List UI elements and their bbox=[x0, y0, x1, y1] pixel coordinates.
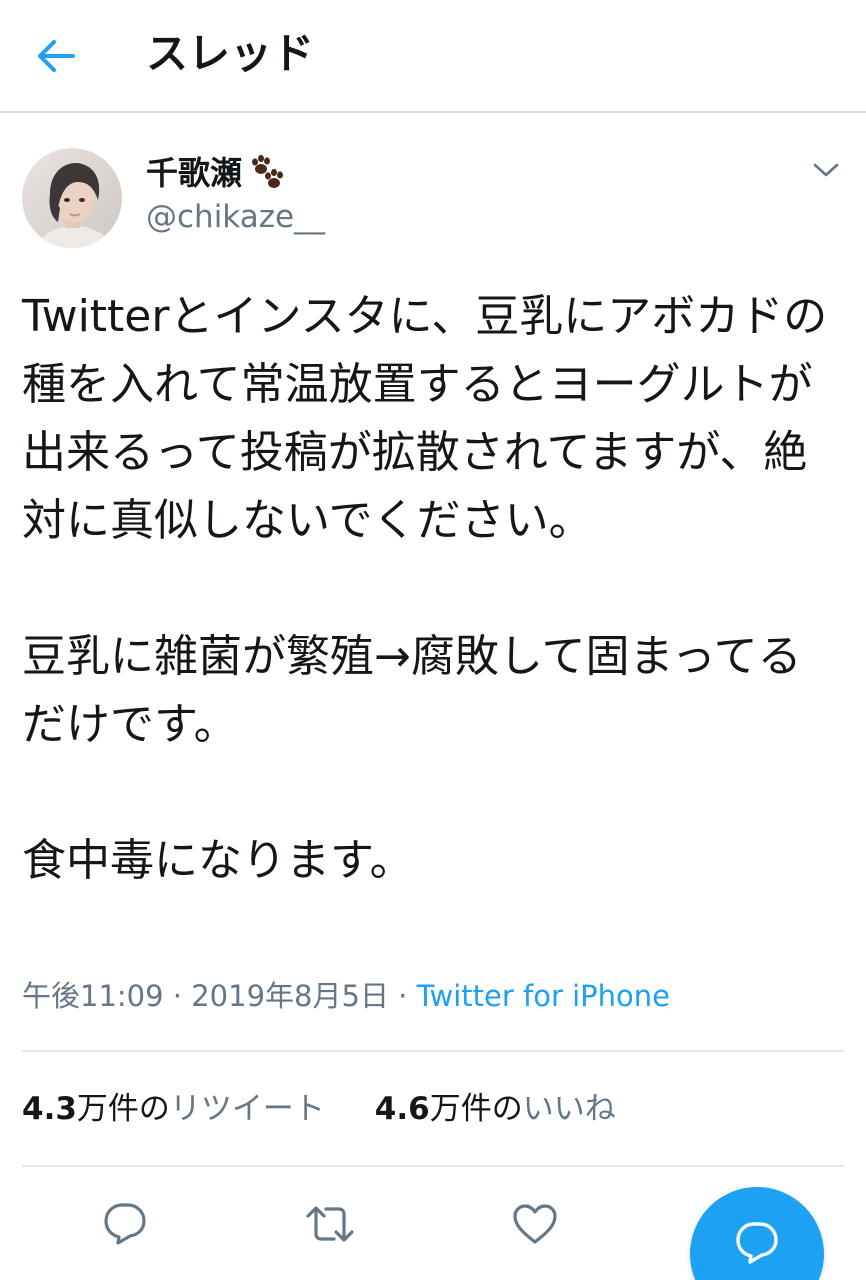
avatar-image bbox=[22, 148, 122, 248]
tweet-paragraph: 豆乳に雑菌が繁殖→腐敗して固まってるだけです。 bbox=[22, 631, 802, 750]
meta-separator: · bbox=[163, 979, 192, 1013]
retweet-icon bbox=[306, 1206, 354, 1242]
page-title: スレッド bbox=[146, 29, 315, 78]
author-handle[interactable]: @chikaze__ bbox=[146, 196, 325, 238]
tweet-thread-page: スレッド 千歌瀬 @chikaze__ Twitterとインスタに、豆乳にアボカ… bbox=[0, 0, 866, 1280]
retweets-label: リツイート bbox=[169, 1091, 325, 1127]
likes-unit: 万件の bbox=[429, 1091, 523, 1127]
tweet-stats: 4.3万件のリツイート 4.6万件のいいね bbox=[22, 1086, 616, 1132]
retweets-number: 4.3 bbox=[22, 1091, 77, 1127]
retweets-unit: 万件の bbox=[76, 1091, 170, 1127]
tweet-menu-button[interactable] bbox=[806, 150, 846, 190]
like-icon bbox=[513, 1204, 557, 1244]
likes-label: いいね bbox=[522, 1091, 616, 1127]
arrow-left-icon bbox=[38, 40, 75, 72]
reply-button[interactable] bbox=[97, 1196, 153, 1252]
likes-number: 4.6 bbox=[374, 1091, 430, 1127]
retweets-count-link[interactable]: 4.3万件のリツイート bbox=[22, 1086, 325, 1132]
compose-reply-icon bbox=[736, 1222, 778, 1264]
meta-separator: · bbox=[388, 979, 417, 1013]
likes-count-link[interactable]: 4.6万件のいいね bbox=[375, 1086, 616, 1132]
author-name-text: 千歌瀬 bbox=[146, 154, 243, 192]
tweet-paragraph: Twitterとインスタに、豆乳にアボカドの種を入れて常温放置するとヨーグルトが… bbox=[22, 291, 828, 546]
reply-icon bbox=[104, 1203, 146, 1245]
avatar[interactable] bbox=[22, 148, 122, 248]
paw-prints-icon bbox=[252, 154, 284, 188]
divider bbox=[22, 1165, 844, 1167]
like-button[interactable] bbox=[507, 1196, 563, 1252]
compose-reply-button[interactable] bbox=[690, 1187, 824, 1280]
tweet-source-link[interactable]: Twitter for iPhone bbox=[417, 979, 670, 1013]
app-header: スレッド bbox=[0, 0, 866, 113]
tweet-time: 午後11:09 bbox=[22, 979, 164, 1013]
tweet-meta: 午後11:09 · 2019年8月5日 · Twitter for iPhone bbox=[22, 974, 670, 1018]
chevron-down-icon bbox=[813, 163, 839, 177]
retweet-button[interactable] bbox=[302, 1196, 358, 1252]
divider bbox=[22, 1050, 844, 1052]
tweet-text: Twitterとインスタに、豆乳にアボカドの種を入れて常温放置するとヨーグルトが… bbox=[22, 283, 844, 895]
tweet-paragraph: 食中毒になります。 bbox=[22, 835, 414, 886]
back-button[interactable] bbox=[26, 30, 86, 82]
author-display-name[interactable]: 千歌瀬 bbox=[146, 152, 286, 194]
tweet-date: 2019年8月5日 bbox=[191, 979, 389, 1013]
